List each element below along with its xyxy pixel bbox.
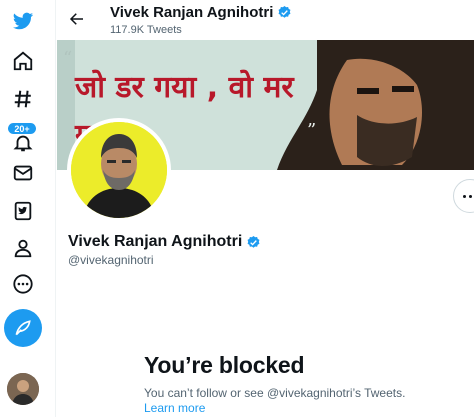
back-arrow-icon — [69, 13, 83, 25]
tweet-count: 117.9K Tweets — [110, 24, 182, 36]
column-divider — [55, 0, 56, 417]
twitter-logo-icon[interactable] — [8, 6, 38, 36]
profile-name-text: Vivek Ranjan Agnihotri — [68, 233, 243, 250]
profile-handle: @vivekagnihotri — [68, 253, 154, 267]
notifications-bell-icon[interactable] — [8, 128, 38, 158]
header-name-text: Vivek Ranjan Agnihotri — [110, 4, 274, 21]
profile-display-name: Vivek Ranjan Agnihotri — [68, 233, 261, 251]
messages-envelope-icon[interactable] — [8, 158, 38, 188]
compose-tweet-button[interactable] — [4, 309, 42, 347]
feather-compose-icon — [15, 320, 31, 336]
blocked-message: You can’t follow or see @vivekagnihotri’… — [144, 386, 406, 400]
lists-icon[interactable] — [8, 196, 38, 226]
left-nav-rail: 20+ — [0, 0, 46, 417]
header-profile-name: Vivek Ranjan Agnihotri — [110, 4, 292, 21]
svg-text:“: “ — [63, 48, 72, 69]
dot — [468, 194, 472, 198]
profile-more-options-button[interactable] — [453, 179, 474, 213]
dot — [462, 194, 466, 198]
blocked-title: You’re blocked — [144, 352, 305, 378]
profile-photo — [71, 122, 167, 218]
account-avatar[interactable] — [7, 373, 39, 405]
home-icon[interactable] — [8, 46, 38, 76]
profile-avatar[interactable] — [67, 118, 171, 222]
verified-badge-icon — [278, 5, 291, 18]
back-arrow-button[interactable] — [66, 8, 88, 30]
explore-hashtag-icon[interactable] — [8, 84, 38, 114]
verified-badge-icon — [247, 235, 260, 248]
learn-more-link[interactable]: Learn more — [144, 401, 205, 415]
more-circle-icon[interactable] — [8, 269, 38, 299]
profile-person-icon[interactable] — [8, 233, 38, 263]
